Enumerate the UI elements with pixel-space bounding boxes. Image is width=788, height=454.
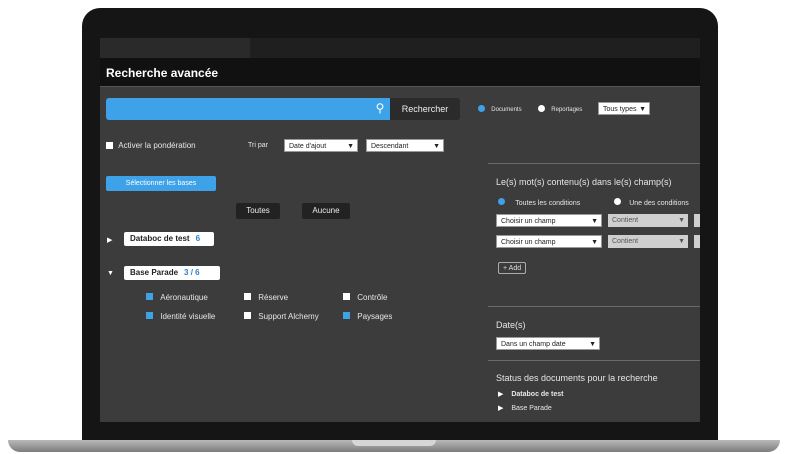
radio-all-conditions[interactable]: Toutes les conditions bbox=[498, 198, 580, 207]
divider bbox=[488, 306, 700, 307]
database-group-2[interactable]: Base Parade 3 / 6 bbox=[124, 266, 220, 280]
chevron-down-icon: ▼ bbox=[589, 341, 596, 348]
activate-weighting[interactable]: Activer la pondération bbox=[106, 141, 196, 151]
subitem-controle[interactable]: Contrôle bbox=[343, 293, 387, 302]
order-select[interactable]: Descendant ▼ bbox=[366, 139, 444, 152]
activate-checkbox[interactable] bbox=[106, 142, 113, 149]
subitem-aeronautique[interactable]: Aéronautique bbox=[146, 293, 208, 302]
chevron-down-icon: ▼ bbox=[639, 106, 646, 113]
browser-topbar bbox=[100, 38, 700, 58]
chevron-down-icon: ▼ bbox=[591, 239, 598, 246]
page-title: Recherche avancée bbox=[106, 66, 219, 80]
add-condition-button[interactable]: + Add bbox=[498, 262, 527, 274]
collapse-arrow-icon[interactable]: ▼ bbox=[107, 270, 114, 277]
chevron-down-icon: ▼ bbox=[433, 143, 440, 150]
operator-select-2[interactable]: Contient ▼ bbox=[608, 235, 688, 248]
sort-select[interactable]: Date d'ajout ▼ bbox=[284, 139, 358, 152]
radio-documents-label: Documents bbox=[491, 107, 522, 113]
criteria-heading: Le(s) mot(s) contenu(s) dans le(s) champ… bbox=[496, 177, 672, 187]
date-heading: Date(s) bbox=[496, 320, 526, 330]
divider bbox=[488, 163, 700, 164]
operator-select-1[interactable]: Contient ▼ bbox=[608, 214, 688, 227]
app-screen: Recherche avancée ⚲ Rechercher Documents… bbox=[100, 38, 700, 422]
subitem-paysages[interactable]: Paysages bbox=[343, 312, 392, 321]
radio-reportages-dot bbox=[538, 105, 545, 112]
type-select[interactable]: Tous types ▼ bbox=[598, 102, 650, 115]
field-select-1[interactable]: Choisir un champ ▼ bbox=[496, 214, 602, 227]
select-databases-button[interactable]: Sélectionner les bases bbox=[106, 176, 216, 191]
select-all-button[interactable]: Toutes bbox=[236, 203, 280, 219]
date-field-select[interactable]: Dans un champ date ▼ bbox=[496, 337, 600, 350]
subitem-identite-visuelle[interactable]: Identité visuelle bbox=[146, 312, 215, 321]
chevron-down-icon: ▼ bbox=[591, 218, 598, 225]
radio-one-condition[interactable]: Une des conditions bbox=[614, 198, 700, 207]
activate-label: Activer la pondération bbox=[118, 141, 196, 150]
subitem-support-alchemy[interactable]: Support Alchemy bbox=[244, 312, 319, 321]
status-heading: Status des documents pour la recherche bbox=[496, 373, 658, 383]
radio-reportages-label: Reportages bbox=[551, 107, 583, 113]
divider bbox=[488, 360, 700, 361]
search-icon[interactable]: ⚲ bbox=[372, 100, 388, 116]
radio-reportages[interactable]: Reportages bbox=[538, 105, 582, 114]
search-button[interactable]: Rechercher bbox=[390, 98, 460, 120]
title-bar: Recherche avancée bbox=[100, 58, 700, 87]
status-item-2[interactable]: ▶ Base Parade bbox=[498, 404, 552, 412]
value-input-2[interactable] bbox=[694, 235, 700, 248]
database-group-1[interactable]: Databoc de test 6 bbox=[124, 232, 214, 246]
sort-label: Tri par bbox=[248, 142, 268, 149]
value-input-1[interactable] bbox=[694, 214, 700, 227]
expand-arrow-icon[interactable]: ▶ bbox=[107, 236, 112, 244]
select-none-button[interactable]: Aucune bbox=[302, 203, 350, 219]
subitem-reserve[interactable]: Réserve bbox=[244, 293, 288, 302]
expand-arrow-icon: ▶ bbox=[498, 391, 504, 398]
search-input[interactable] bbox=[106, 98, 390, 120]
radio-documents[interactable]: Documents bbox=[478, 105, 522, 114]
expand-arrow-icon: ▶ bbox=[498, 405, 504, 412]
radio-documents-dot bbox=[478, 105, 485, 112]
field-select-2[interactable]: Choisir un champ ▼ bbox=[496, 235, 602, 248]
chevron-down-icon: ▼ bbox=[678, 217, 685, 224]
chevron-down-icon: ▼ bbox=[347, 143, 354, 150]
laptop-notch bbox=[352, 440, 436, 446]
status-item-1[interactable]: ▶ Databoc de test bbox=[498, 390, 563, 398]
chevron-down-icon: ▼ bbox=[678, 238, 685, 245]
